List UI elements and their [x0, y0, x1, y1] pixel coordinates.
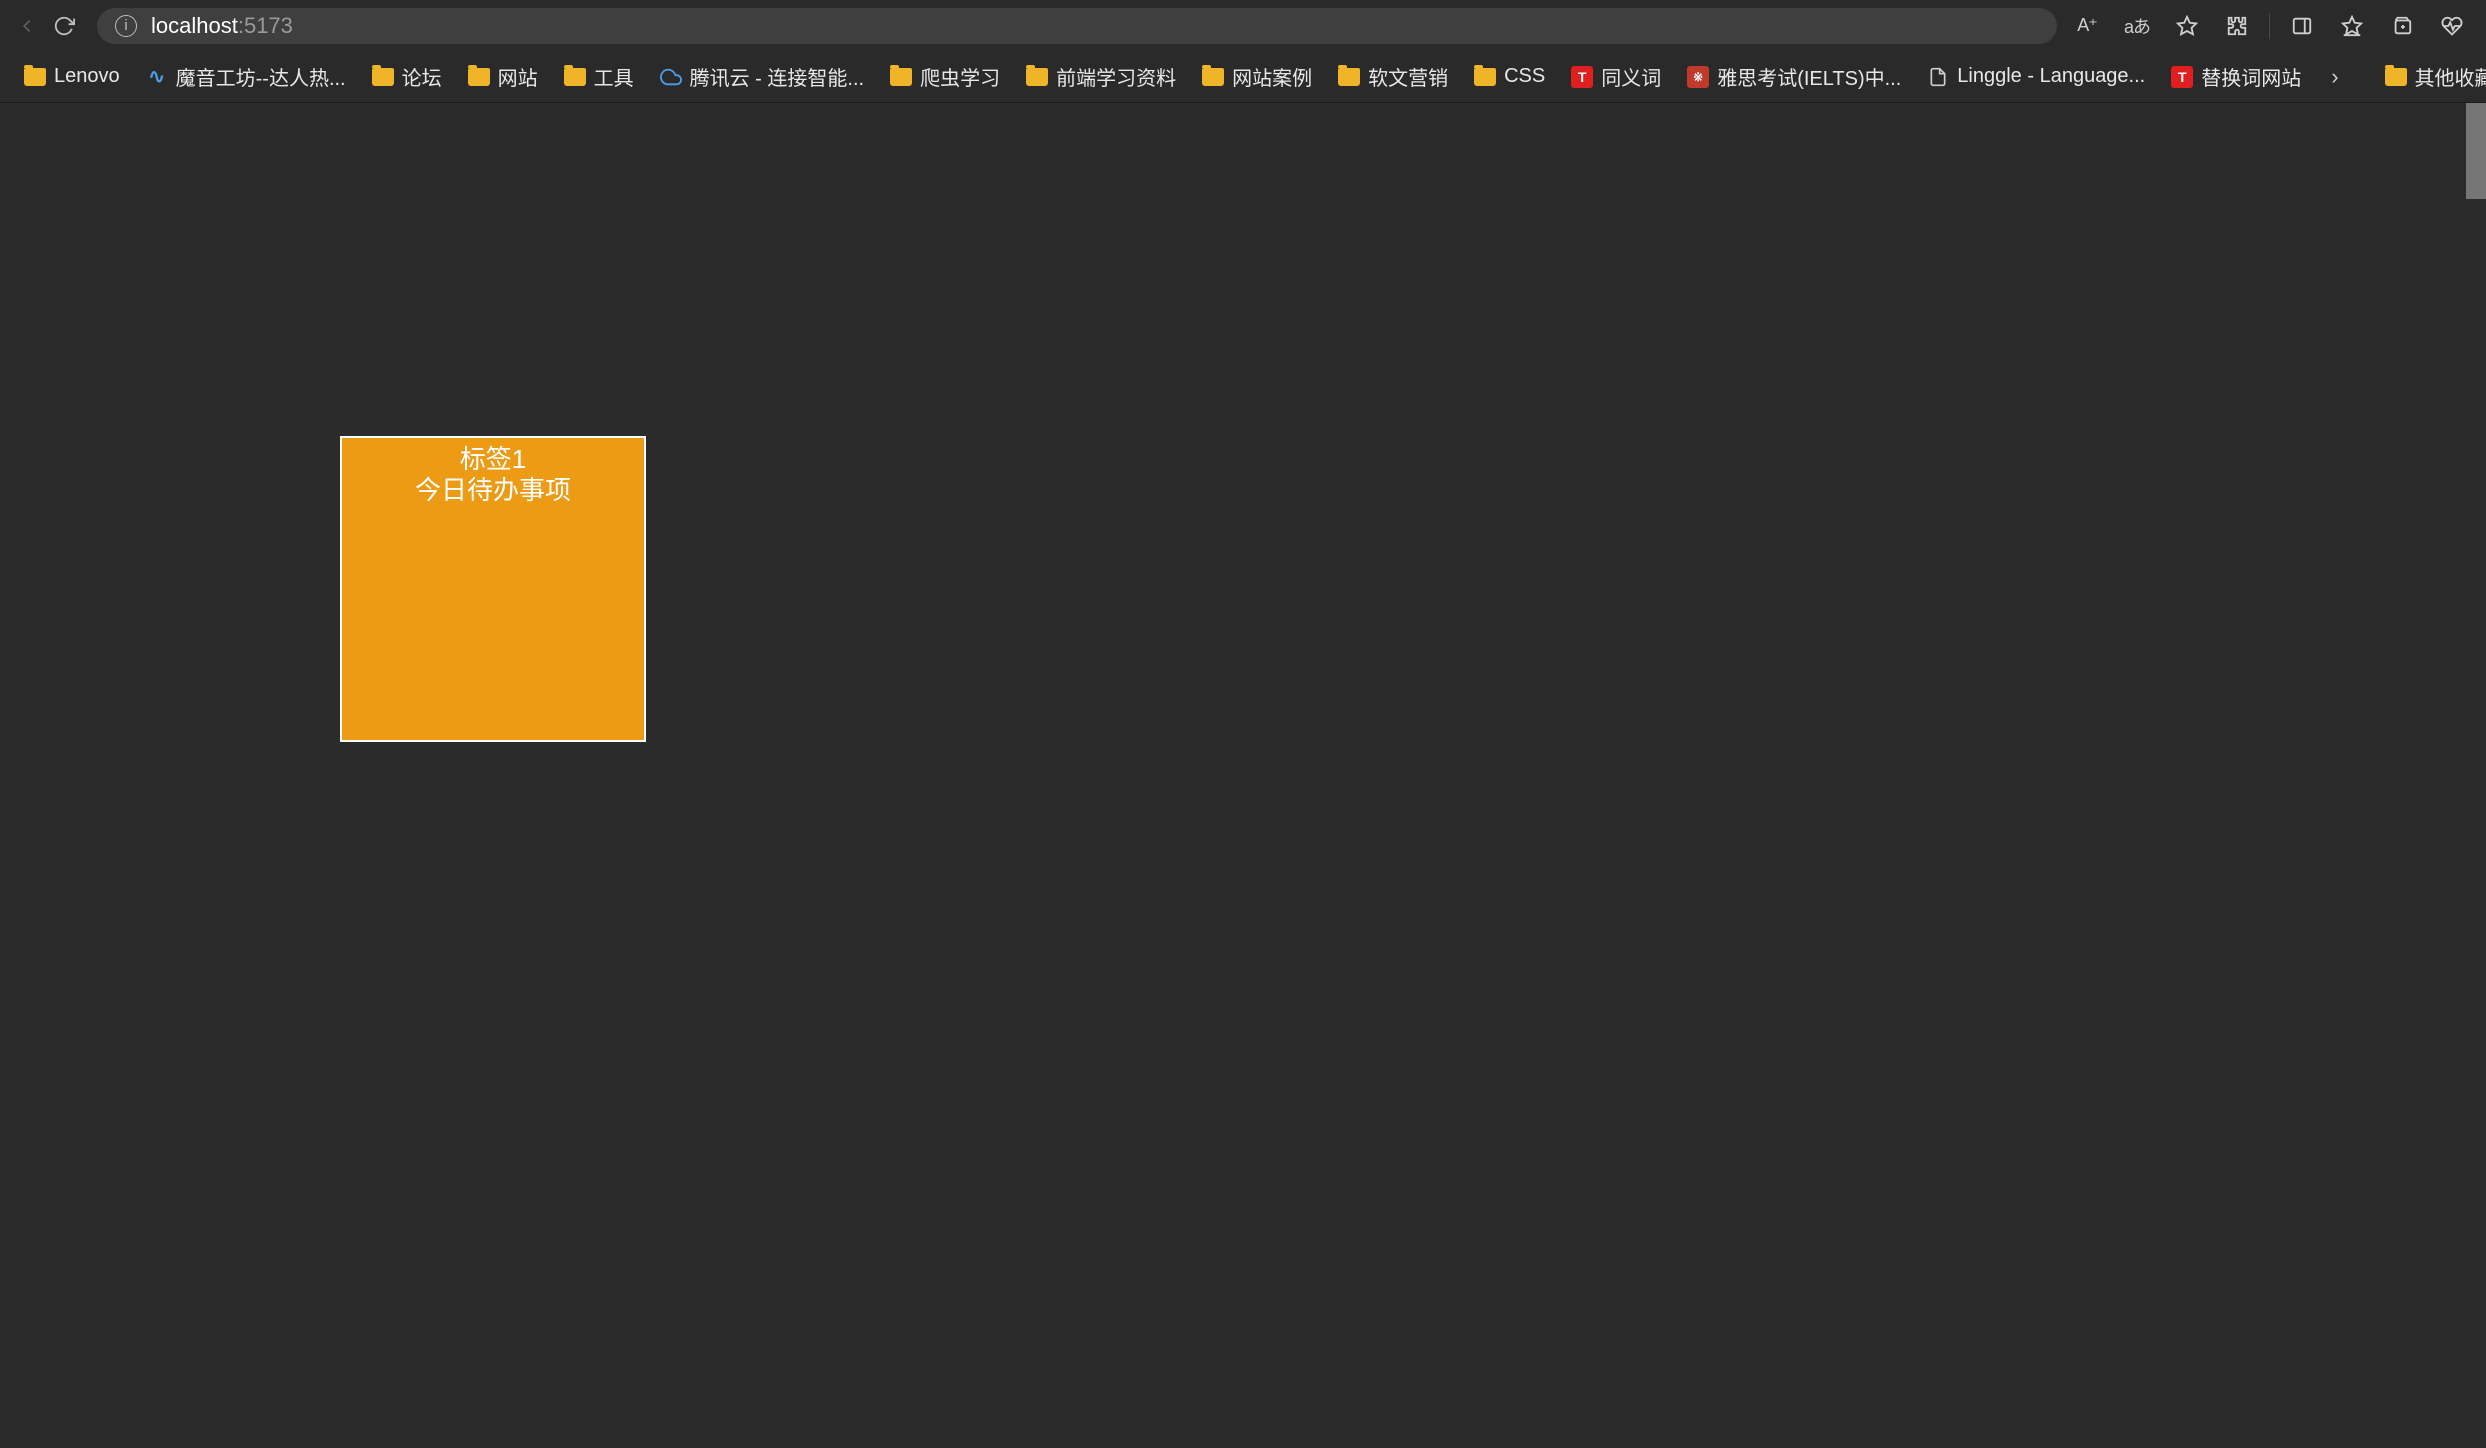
wave-icon: ∿ [146, 66, 168, 88]
star-line-icon [2341, 15, 2363, 37]
todo-card[interactable]: 标签1 今日待办事项 [340, 436, 646, 742]
folder-icon [2385, 68, 2407, 86]
read-aloud-icon: A⁺ [2077, 15, 2097, 36]
bookmark-item[interactable]: 腾讯云 - 连接智能... [648, 56, 876, 97]
bookmark-label: 爬虫学习 [920, 62, 1000, 91]
bookmark-item[interactable]: T 同义词 [1559, 56, 1673, 97]
bookmark-item[interactable]: ∿ 魔音工坊--达人热... [134, 56, 358, 97]
bookmark-label: CSS [1504, 65, 1545, 88]
translate-button[interactable]: aあ [2115, 6, 2159, 46]
folder-icon [1338, 68, 1360, 86]
page-content: 标签1 今日待办事项 [0, 103, 2486, 1448]
red-square-icon: ※ [1687, 66, 1709, 88]
bookmark-item[interactable]: Lenovo [12, 59, 132, 94]
card-subtitle: 今日待办事项 [342, 474, 644, 506]
bookmark-item[interactable]: 工具 [552, 56, 646, 97]
performance-button[interactable] [2430, 6, 2474, 46]
bookmark-label: 论坛 [402, 62, 442, 91]
bookmark-label: 替换词网站 [2201, 62, 2301, 91]
star-icon [2176, 15, 2198, 37]
folder-icon [24, 68, 46, 86]
vertical-scrollbar-thumb[interactable] [2466, 103, 2486, 199]
bookmark-item[interactable]: ※ 雅思考试(IELTS)中... [1675, 56, 1913, 97]
bookmark-label: Linggle - Language... [1957, 65, 2145, 88]
translate-icon: aあ [2124, 13, 2150, 39]
folder-icon [1026, 68, 1048, 86]
toolbar-divider [2269, 13, 2270, 39]
folder-icon [468, 68, 490, 86]
split-screen-button[interactable] [2280, 6, 2324, 46]
collections-button[interactable] [2380, 6, 2424, 46]
refresh-icon [53, 15, 75, 37]
folder-icon [372, 68, 394, 86]
bookmark-label: 前端学习资料 [1056, 62, 1176, 91]
bookmark-item[interactable]: 爬虫学习 [878, 56, 1012, 97]
bookmark-item[interactable]: 网站 [456, 56, 550, 97]
bookmark-item[interactable]: Linggle - Language... [1915, 59, 2157, 94]
bookmark-label: 雅思考试(IELTS)中... [1717, 62, 1901, 91]
bookmark-label: 网站 [498, 62, 538, 91]
bookmark-label: 网站案例 [1232, 62, 1312, 91]
favorite-button[interactable] [2165, 6, 2209, 46]
folder-icon [1202, 68, 1224, 86]
bookmark-item[interactable]: 前端学习资料 [1014, 56, 1188, 97]
bookmark-label: 同义词 [1601, 62, 1661, 91]
url-text: localhost:5173 [151, 13, 293, 39]
back-button[interactable] [12, 8, 42, 44]
heartbeat-icon [2441, 15, 2463, 37]
other-bookmarks-button[interactable]: 其他收藏夹 [2373, 56, 2486, 97]
bookmark-overflow-button[interactable]: › [2317, 58, 2352, 96]
collections-icon [2391, 15, 2413, 37]
folder-icon [1474, 68, 1496, 86]
bookmark-bar: Lenovo ∿ 魔音工坊--达人热... 论坛 网站 工具 腾讯云 - 连接智能... 爬虫… [0, 51, 2486, 103]
bookmark-label: 软文营销 [1368, 62, 1448, 91]
browser-address-bar: i localhost:5173 A⁺ aあ [0, 0, 2486, 51]
bookmark-item[interactable]: CSS [1462, 59, 1557, 94]
bookmark-label: 工具 [594, 62, 634, 91]
bookmark-label: 腾讯云 - 连接智能... [690, 62, 864, 91]
bookmark-label: 魔音工坊--达人热... [176, 62, 346, 91]
folder-icon [890, 68, 912, 86]
other-bookmarks-label: 其他收藏夹 [2415, 62, 2486, 91]
url-input[interactable]: i localhost:5173 [97, 8, 2057, 44]
bookmark-item[interactable]: T 替换词网站 [2159, 56, 2313, 97]
puzzle-icon [2226, 15, 2248, 37]
bookmark-item[interactable]: 软文营销 [1326, 56, 1460, 97]
arrow-left-icon [16, 15, 38, 37]
cloud-icon [660, 66, 682, 88]
site-info-icon[interactable]: i [115, 15, 137, 37]
refresh-button[interactable] [50, 8, 80, 44]
bookmark-label: Lenovo [54, 65, 120, 88]
chevron-right-icon: › [2331, 64, 2338, 89]
red-t-icon: T [1571, 66, 1593, 88]
file-icon [1927, 66, 1949, 88]
bookmark-item[interactable]: 网站案例 [1190, 56, 1324, 97]
red-t-icon: T [2171, 66, 2193, 88]
read-aloud-button[interactable]: A⁺ [2065, 6, 2109, 46]
toolbar-right: A⁺ aあ [2065, 6, 2474, 46]
url-port: :5173 [238, 13, 293, 38]
sidebar-icon [2291, 15, 2313, 37]
extensions-button[interactable] [2215, 6, 2259, 46]
card-title: 标签1 [342, 444, 644, 474]
url-host: localhost [151, 13, 238, 38]
bookmark-item[interactable]: 论坛 [360, 56, 454, 97]
folder-icon [564, 68, 586, 86]
favorites-list-button[interactable] [2330, 6, 2374, 46]
